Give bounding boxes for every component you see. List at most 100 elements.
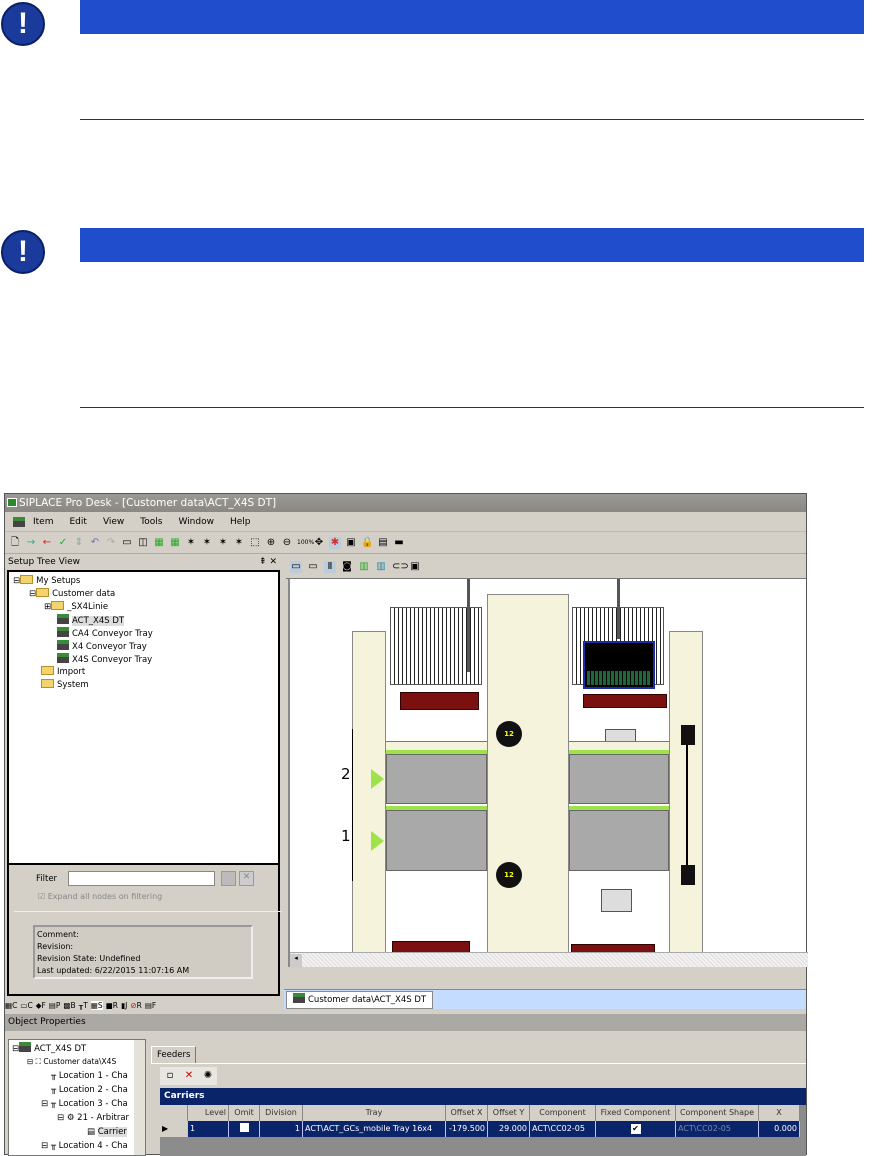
split-icon[interactable]: ◫ [137,537,149,549]
tab[interactable]: ▤F [145,1001,156,1010]
tool-icon[interactable]: ✶ [217,537,229,549]
select-icon[interactable]: ⬚ [249,537,261,549]
cell-x[interactable]: 0.000 [759,1121,800,1137]
lock-icon[interactable]: 🔒 [361,537,373,549]
camera-icon[interactable]: ◙ [341,561,353,573]
tree-node[interactable]: X4 Conveyor Tray [57,640,147,653]
pan-icon[interactable]: ✥ [313,537,325,549]
layout-canvas[interactable]: 12 12 2 1 ◂ [288,579,808,968]
tab[interactable]: ▮J [121,1001,127,1010]
tab[interactable]: ▩B [63,1001,75,1010]
column-header[interactable]: Offset X [446,1105,488,1121]
zoom-out-icon[interactable]: ⊖ [281,537,293,549]
ruler-icon[interactable]: ▬ [393,537,405,549]
tree-node[interactable]: Import [41,666,85,678]
horizontal-scrollbar[interactable]: ◂ [290,952,808,968]
cell-component[interactable]: ACT\CC02-05 [530,1121,596,1137]
redo-icon[interactable]: ↷ [105,537,117,549]
menu-item[interactable]: Edit [70,517,87,527]
table-row[interactable]: ▶ 1 1 ACT\ACT_GCs_mobile Tray 16x4 -179.… [160,1121,806,1137]
tree-node[interactable]: ⊟ ╥ Location 4 - Cha [41,1140,128,1152]
tree-node-selected[interactable]: ACT_X4S DT [57,614,125,627]
zoom-100-icon[interactable]: 100% [297,537,314,549]
tree-node[interactable]: ⊟ ╥ Location 3 - Cha [41,1098,128,1110]
board-icon[interactable]: ▭ [290,561,302,573]
tree-node[interactable]: ╥ Location 2 - Cha [51,1084,128,1096]
tool-icon[interactable]: ✶ [201,537,213,549]
conveyor-lane[interactable] [386,754,487,804]
tree-node[interactable]: CA4 Conveyor Tray [57,627,153,640]
layout-icon[interactable]: ▭ [121,537,133,549]
export-icon[interactable]: ← [41,537,53,549]
frame-icon[interactable]: ▣ [345,537,357,549]
tab[interactable]: ■R [106,1001,118,1010]
conveyor-lane[interactable] [569,754,669,804]
column-header[interactable]: Fixed Component [596,1105,676,1121]
selected-tray[interactable] [583,641,655,689]
column-header[interactable]: Component [530,1105,596,1121]
tree-node[interactable]: ⊞ _SX4Linie [44,601,108,613]
conveyor-lane[interactable] [386,810,487,871]
cell-division[interactable]: 1 [260,1121,303,1137]
column-header[interactable]: Offset Y [488,1105,530,1121]
pin-close-icon[interactable]: ⇞ ✕ [259,555,277,570]
cell-level[interactable]: 1 [188,1121,229,1137]
machine-icon[interactable]: ▦ [169,537,181,549]
tree-node[interactable]: ⊟ Customer data [29,588,115,600]
zoom-in-icon[interactable]: ⊕ [265,537,277,549]
machine-icon[interactable]: ▦ [153,537,165,549]
tree-node-selected[interactable]: ▤ Carrier [87,1126,127,1138]
expand-checkbox[interactable]: ☑ Expand all nodes on filtering [38,892,162,901]
conveyor-lane[interactable] [569,810,669,871]
menu-item[interactable]: Tools [140,517,162,527]
cell-tray[interactable]: ACT\ACT_GCs_mobile Tray 16x4 [303,1121,446,1137]
tab[interactable]: ▤P [49,1001,61,1010]
column-header[interactable]: Tray [303,1105,446,1121]
column-header[interactable]: Component Shape [676,1105,759,1121]
tree-node[interactable]: ╥ Location 1 - Cha [51,1070,128,1082]
check-icon[interactable]: ✓ [57,537,69,549]
nozzle-icon[interactable]: Ⅱ [324,561,336,573]
column-header[interactable]: Division [260,1105,303,1121]
import-icon[interactable]: → [25,537,37,549]
nozzle-head[interactable]: 12 [498,723,520,745]
document-tab[interactable]: Customer data\ACT_X4S DT [286,991,434,1009]
outline-icon[interactable]: ▭ [307,561,319,573]
column-header[interactable]: X [759,1105,800,1121]
column-header[interactable]: Omit [229,1105,260,1121]
menu-item[interactable]: View [103,517,124,527]
report-icon[interactable]: ▤ [377,537,389,549]
apply-filter-button[interactable] [221,871,236,886]
feeder-icon[interactable]: ▥ [375,561,387,573]
new-icon[interactable]: 🗋 [9,537,21,549]
tab[interactable]: ╥T [79,1001,88,1010]
row-selector-icon[interactable]: ▶ [160,1121,188,1137]
settings-icon[interactable]: ✺ [202,1070,214,1082]
sort-icon[interactable]: ⇕ [73,537,85,549]
add-icon[interactable]: ▫ [164,1070,176,1082]
vertical-scrollbar[interactable] [134,1040,145,1155]
omit-checkbox[interactable] [229,1121,260,1137]
feeder-icon[interactable]: ▥ [358,561,370,573]
menu-item[interactable]: Window [178,517,214,527]
tree-node[interactable]: System [41,679,89,691]
tree-node[interactable]: ⊟ ⚙ 21 - Arbitrar [57,1112,129,1124]
cell-component-shape[interactable]: ACT\CC02-05 [676,1121,759,1137]
tab[interactable]: ⊘R [130,1001,142,1010]
tree-node[interactable]: ⊟ ACT_X4S DT [12,1042,86,1055]
fixed-component-checkbox[interactable]: ✔ [596,1121,676,1137]
tab-feeders[interactable]: Feeders [151,1046,197,1064]
clear-filter-button[interactable]: ✕ [239,871,254,886]
delete-icon[interactable]: ✕ [183,1070,195,1082]
3d-icon[interactable]: ▣ [409,561,421,573]
tab[interactable]: ◆F [36,1001,46,1010]
tree-node[interactable]: ⊟ My Setups [13,575,80,587]
highlight-icon[interactable]: ✱ [329,536,341,549]
cell-offset-y[interactable]: 29.000 [488,1121,530,1137]
undo-icon[interactable]: ↶ [89,537,101,549]
menu-item[interactable]: Help [230,517,251,527]
tray[interactable] [583,694,667,708]
tool-icon[interactable]: ✶ [233,537,245,549]
nozzle-head[interactable]: 12 [498,864,520,886]
tree-node[interactable]: X4S Conveyor Tray [57,653,152,666]
